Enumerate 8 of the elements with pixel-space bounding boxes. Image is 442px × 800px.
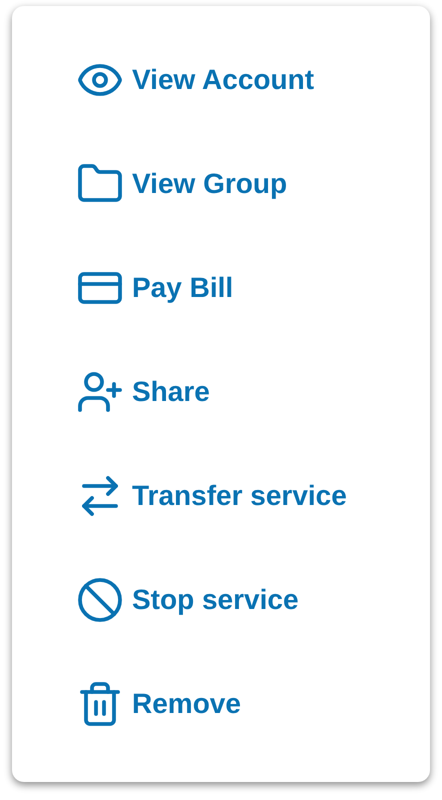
menu-item[interactable]: Remove xyxy=(76,652,430,756)
menu-item[interactable]: Pay Bill xyxy=(76,236,430,340)
menu-item[interactable]: Stop service xyxy=(76,548,430,652)
menu-item[interactable]: Share xyxy=(76,340,430,444)
menu-item[interactable]: Transfer service xyxy=(76,444,430,548)
menu-item[interactable]: View Account xyxy=(76,28,430,132)
prohibited-icon xyxy=(76,576,124,624)
menu-item[interactable]: View Group xyxy=(76,132,430,236)
